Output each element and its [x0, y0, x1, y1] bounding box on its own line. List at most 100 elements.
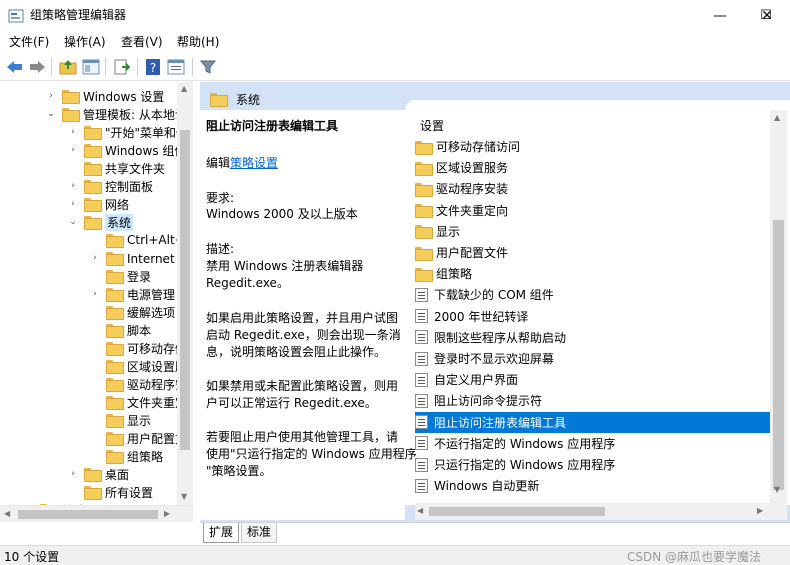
edit-policy-link[interactable]: 策略设置	[230, 156, 278, 170]
help-icon[interactable]: ?	[143, 57, 163, 77]
collapse-chevron-icon[interactable]: ⌄	[68, 217, 78, 227]
tree-node[interactable]: 可移动存储	[90, 339, 187, 357]
expand-chevron-icon[interactable]: ›	[46, 91, 56, 101]
list-item[interactable]: 可移动存储访问	[415, 136, 520, 157]
list-item[interactable]: 2000 年世纪转译	[415, 306, 528, 327]
tree-hscroll-thumb[interactable]	[18, 510, 158, 519]
folder-icon	[415, 161, 433, 176]
tab-standard[interactable]: 标准	[241, 523, 278, 543]
folder-icon	[84, 144, 102, 158]
status-text: 10 个设置	[4, 550, 60, 564]
tree-node[interactable]: 组策略	[90, 447, 163, 465]
folder-icon	[106, 270, 124, 284]
list-item[interactable]: 组策略	[415, 263, 472, 284]
list-item[interactable]: 驱动程序安装	[415, 178, 508, 199]
filter-icon[interactable]	[198, 57, 218, 77]
policy-setting-icon	[415, 372, 428, 387]
folder-icon	[62, 90, 80, 104]
tree-node[interactable]: 缓解选项	[90, 303, 175, 321]
toolbar-separator	[137, 58, 138, 76]
expand-chevron-icon[interactable]: ›	[90, 289, 100, 299]
tree-node[interactable]: 文件夹重定	[90, 393, 187, 411]
list-item[interactable]: 文件夹重定向	[415, 200, 508, 221]
list-item[interactable]: 限制这些程序从帮助启动	[415, 327, 566, 348]
list-item[interactable]: 登录时不显示欢迎屏幕	[415, 348, 554, 369]
scroll-right-icon[interactable]: ▶	[164, 509, 170, 518]
tree-node[interactable]: ⌄ 管理模板: 从本地计	[46, 105, 187, 123]
menu-view[interactable]: 查看(V)	[121, 34, 163, 50]
list-item[interactable]: 显示	[415, 221, 460, 242]
tree-node[interactable]: › 电源管理	[90, 285, 175, 303]
menu-help[interactable]: 帮助(H)	[177, 34, 219, 50]
tree-node[interactable]: › Internet 通	[90, 249, 190, 267]
folder-icon	[415, 140, 433, 155]
settings-column-header[interactable]: 设置	[420, 117, 444, 134]
tab-extended[interactable]: 扩展	[203, 523, 240, 543]
list-item[interactable]: 不运行指定的 Windows 应用程序	[415, 433, 615, 454]
scroll-up-icon[interactable]: ▲	[181, 84, 187, 93]
expand-chevron-icon[interactable]: ›	[68, 145, 78, 155]
policy-setting-icon	[415, 351, 428, 366]
scroll-left-icon[interactable]: ◀	[4, 509, 10, 518]
tree-node[interactable]: 显示	[90, 411, 151, 429]
scroll-right-icon[interactable]: ▶	[757, 506, 763, 515]
list-item[interactable]: 区域设置服务	[415, 157, 508, 178]
back-arrow-icon[interactable]	[5, 57, 25, 77]
collapse-chevron-icon[interactable]: ⌄	[46, 109, 56, 119]
properties-icon[interactable]	[166, 57, 186, 77]
tree-node[interactable]: › 控制面板	[68, 177, 153, 195]
tree-node-label: 显示	[127, 413, 152, 428]
export-list-icon[interactable]	[112, 57, 132, 77]
toolbar-separator	[51, 58, 52, 76]
tree-node-label: 缓解选项	[127, 305, 176, 320]
tree-node[interactable]: › "开始"菜单和任	[68, 123, 188, 141]
folder-icon	[106, 450, 124, 464]
show-hide-tree-icon[interactable]	[81, 57, 101, 77]
navigation-tree: › Windows 设置 ⌄ 管理模板: 从本地计 › "开始"菜单和任 › Windows …	[0, 82, 193, 522]
tree-node[interactable]: › 网络	[68, 195, 129, 213]
expand-chevron-icon[interactable]: ›	[68, 181, 78, 191]
expand-chevron-icon[interactable]: ›	[68, 127, 78, 137]
scroll-down-icon[interactable]: ▼	[774, 485, 780, 494]
close-button[interactable]: ✕	[744, 0, 790, 31]
list-item[interactable]: 阻止访问命令提示符	[415, 390, 542, 411]
tree-vertical-scrollbar[interactable]: ▲ ▼	[177, 82, 193, 505]
tree-node[interactable]: 脚本	[90, 321, 151, 339]
tree-node[interactable]: 登录	[90, 267, 151, 285]
tree-node[interactable]: › 桌面	[68, 465, 129, 483]
folder-up-icon[interactable]	[58, 57, 78, 77]
list-hscroll-thumb[interactable]	[429, 507, 605, 516]
tree-horizontal-scrollbar[interactable]: ◀ ▶	[0, 505, 193, 522]
expand-chevron-icon[interactable]: ›	[68, 199, 78, 209]
tree-scroll-thumb[interactable]	[180, 130, 190, 450]
expand-chevron-icon[interactable]: ›	[68, 469, 78, 479]
list-item[interactable]: 只运行指定的 Windows 应用程序	[415, 454, 615, 475]
list-item[interactable]: 用户配置文件	[415, 242, 508, 263]
menu-file[interactable]: 文件(F)	[9, 34, 49, 50]
tree-node[interactable]: ⌄ 系统	[68, 213, 134, 231]
tree-node[interactable]: › Windows 组件	[68, 141, 186, 159]
scroll-left-icon[interactable]: ◀	[417, 506, 423, 515]
tree-node[interactable]: 区域设置服	[90, 357, 187, 375]
list-item[interactable]: Windows 自动更新	[415, 475, 539, 496]
list-horizontal-scrollbar[interactable]: ◀ ▶	[415, 503, 770, 520]
list-vertical-scrollbar[interactable]: ▲ ▼	[770, 110, 787, 520]
scroll-down-icon[interactable]: ▼	[181, 492, 187, 501]
folder-icon	[210, 93, 228, 107]
tree-node[interactable]: 所有设置	[68, 483, 153, 501]
expand-chevron-icon[interactable]: ›	[90, 253, 100, 263]
forward-arrow-icon[interactable]	[27, 57, 47, 77]
list-item-label: 限制这些程序从帮助启动	[434, 330, 567, 345]
description-line: 若要阻止用户使用其他管理工具，请	[206, 430, 399, 444]
tree-node[interactable]: 驱动程序安	[90, 375, 187, 393]
list-scroll-thumb[interactable]	[773, 220, 784, 490]
tree-node[interactable]: › Windows 设置	[46, 87, 164, 105]
list-item[interactable]: 阻止访问注册表编辑工具	[415, 411, 770, 433]
tree-node[interactable]: 用户配置文	[90, 429, 187, 447]
tree-node[interactable]: 共享文件夹	[68, 159, 165, 177]
menu-bar: 文件(F) 操作(A) 查看(V) 帮助(H)	[0, 31, 790, 53]
list-item[interactable]: 下载缺少的 COM 组件	[415, 284, 554, 305]
menu-action[interactable]: 操作(A)	[64, 34, 106, 50]
scroll-up-icon[interactable]: ▲	[774, 113, 780, 122]
list-item[interactable]: 自定义用户界面	[415, 369, 518, 390]
